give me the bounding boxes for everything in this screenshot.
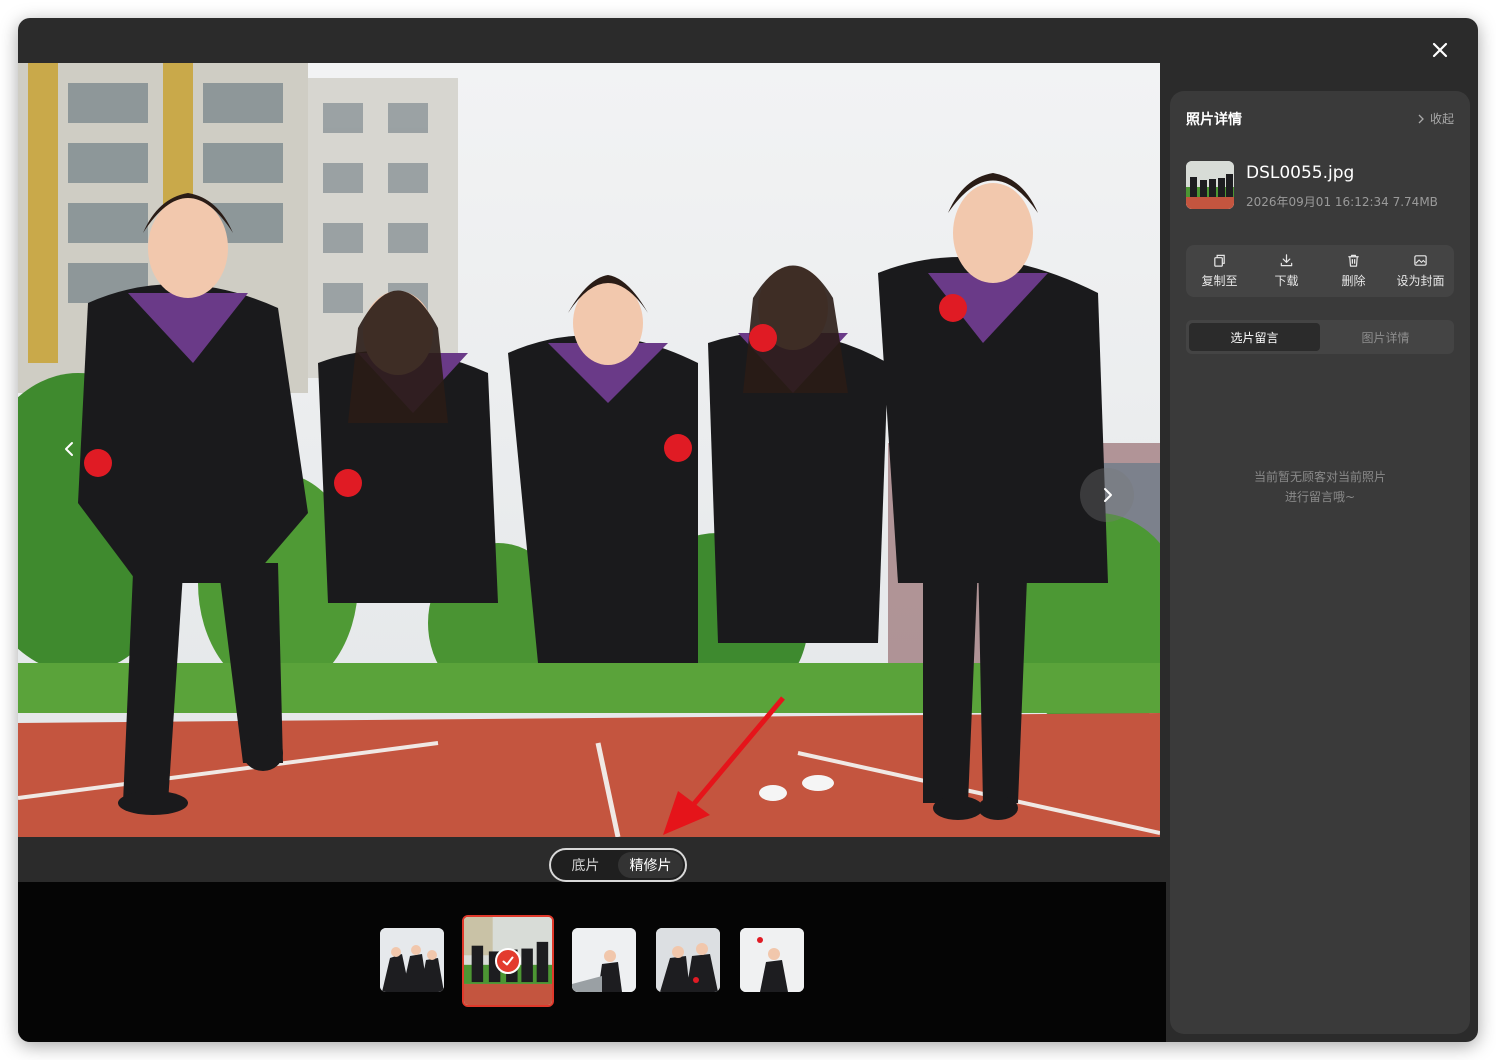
collapse-label: 收起 [1429, 112, 1454, 126]
download-button[interactable]: 下载 [1253, 245, 1320, 297]
chevron-right-icon [1418, 114, 1424, 123]
chevron-left-icon [65, 442, 73, 456]
next-photo-button[interactable] [1080, 468, 1134, 522]
delete-label: 删除 [1341, 274, 1366, 288]
panel-tabs: 选片留言 图片详情 [1186, 320, 1454, 354]
set-as-cover-button[interactable]: 设为封面 [1387, 245, 1454, 297]
file-thumbnail [1186, 161, 1234, 209]
thumbnail[interactable] [740, 928, 804, 992]
photo-details-panel: 照片详情 收起 DSL0055.jpg 2026年09月01 16:12:34 … [1170, 91, 1470, 1034]
toggle-raw-photo[interactable]: 底片 [553, 852, 618, 878]
toggle-retouched-photo[interactable]: 精修片 [618, 852, 683, 878]
empty-message-line-2: 进行留言哦~ [1284, 490, 1356, 504]
collapse-button[interactable]: 收起 [1416, 110, 1454, 127]
main-photo [18, 63, 1160, 837]
file-name: DSL0055.jpg [1246, 163, 1355, 183]
trash-icon [1348, 254, 1359, 267]
copy-to-button[interactable]: 复制至 [1186, 245, 1253, 297]
chevron-right-icon [1104, 488, 1112, 502]
version-toggle-bar: 底片 精修片 [18, 837, 1160, 882]
selected-check-icon [495, 948, 521, 974]
thumbnail-strip [18, 882, 1166, 1042]
file-meta: 2026年09月01 16:12:34 7.74MB [1246, 195, 1438, 209]
tab-image-details[interactable]: 图片详情 [1320, 323, 1451, 351]
version-toggle: 底片 精修片 [549, 848, 687, 882]
copy-icon [1214, 254, 1225, 267]
thumbnail[interactable] [656, 928, 720, 992]
image-cover-icon [1414, 255, 1427, 266]
download-icon [1280, 254, 1293, 267]
previous-photo-button[interactable] [43, 422, 97, 476]
empty-comments-message: 当前暂无顾客对当前照片 进行留言哦~ [1186, 467, 1454, 507]
action-bar: 复制至 下载 删除 设为封面 [1186, 245, 1454, 297]
thumbnail-selected[interactable] [462, 915, 554, 1007]
copy-to-label: 复制至 [1201, 274, 1238, 288]
download-label: 下载 [1274, 274, 1299, 288]
empty-message-line-1: 当前暂无顾客对当前照片 [1253, 470, 1386, 484]
delete-button[interactable]: 删除 [1320, 245, 1387, 297]
photo-viewer-window: 底片 精修片 照片详情 收起 DSL0055.jpg 2026年09月01 16… [18, 18, 1478, 1042]
panel-title: 照片详情 [1186, 112, 1242, 128]
thumbnail[interactable] [380, 928, 444, 992]
set-as-cover-label: 设为封面 [1396, 274, 1445, 288]
close-button[interactable] [1428, 38, 1452, 62]
thumbnail[interactable] [572, 928, 636, 992]
tab-selection-comments[interactable]: 选片留言 [1189, 323, 1320, 351]
close-icon [1432, 42, 1448, 58]
